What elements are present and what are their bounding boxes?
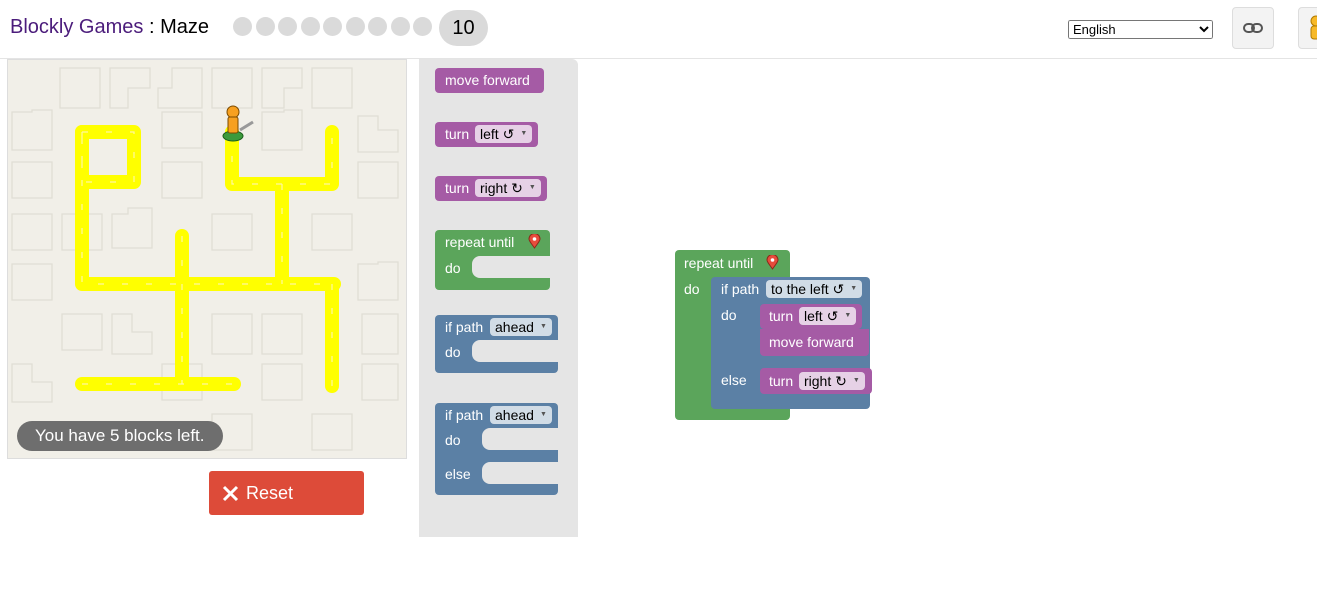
block-label: repeat until — [684, 255, 754, 271]
toolbox-repeat-until-block[interactable]: repeat until do — [435, 230, 550, 290]
statement-slot — [472, 256, 550, 278]
chevron-down-icon: ▼ — [852, 377, 860, 384]
dropdown-value: right ↻ — [804, 373, 847, 389]
maze-path — [75, 125, 341, 393]
do-label: do — [684, 281, 700, 297]
block-label: turn — [445, 180, 470, 196]
else-label: else — [721, 372, 747, 388]
block-label: move forward — [769, 334, 854, 350]
level-dot-5[interactable] — [323, 17, 342, 36]
level-dot-7[interactable] — [368, 17, 387, 36]
dropdown-value: left ↺ — [804, 308, 839, 324]
close-icon — [222, 485, 239, 501]
block-label: if path — [445, 407, 484, 423]
header: Blockly Games : Maze 10 English — [0, 0, 1317, 59]
direction-dropdown[interactable]: right ↻ ▼ — [475, 179, 541, 197]
game-name: Maze — [160, 16, 209, 38]
chevron-down-icon: ▼ — [540, 323, 547, 330]
toolbox-turn-left-block[interactable]: turn left ↺ ▼ — [435, 122, 538, 147]
path-dropdown[interactable]: ahead ▼ — [490, 406, 552, 424]
path-dropdown[interactable]: to the left ↺ ▼ — [766, 280, 863, 298]
do-label: do — [721, 307, 737, 323]
reset-button[interactable]: Reset — [209, 471, 364, 515]
direction-dropdown[interactable]: right ↻ ▼ — [799, 372, 865, 390]
level-selector — [233, 17, 432, 36]
block-label: turn — [769, 373, 794, 389]
reset-label: Reset — [246, 482, 294, 503]
path-dropdown[interactable]: ahead ▼ — [490, 318, 552, 336]
title-separator: : — [148, 16, 155, 38]
map-pin-icon — [766, 255, 779, 270]
maze-svg — [11, 67, 399, 451]
pegman-icon — [222, 105, 254, 142]
maze-board — [7, 59, 407, 459]
level-dot-4[interactable] — [300, 17, 320, 36]
direction-dropdown[interactable]: left ↺ ▼ — [475, 125, 533, 143]
chevron-down-icon: ▼ — [844, 312, 852, 319]
chevron-down-icon: ▼ — [528, 184, 536, 191]
level-dot-9[interactable] — [413, 17, 432, 36]
blockly-games-link[interactable]: Blockly Games — [10, 16, 143, 38]
block-label: if path — [445, 319, 484, 335]
level-dot-2[interactable] — [255, 17, 275, 36]
turn-right-block[interactable]: turn right ↻ ▼ — [760, 368, 872, 394]
character-button[interactable] — [1298, 7, 1317, 49]
block-label: repeat until — [445, 234, 515, 250]
toolbox-move-forward-block[interactable]: move forward — [435, 68, 544, 93]
dropdown-value: to the left ↺ — [771, 281, 845, 297]
workspace: repeat until do if path to the left ↺ ▼ d… — [578, 59, 1317, 604]
dropdown-value: right ↻ — [480, 180, 523, 196]
dropdown-value: ahead — [495, 319, 534, 335]
maze-path-dashes — [81, 131, 334, 386]
move-forward-block[interactable]: move forward — [760, 329, 869, 356]
block-label: if path — [721, 281, 760, 297]
page-title: Blockly Games : Maze — [10, 16, 209, 39]
blocks-left-status: You have 5 blocks left. — [17, 421, 223, 451]
language-select[interactable]: English — [1068, 20, 1213, 39]
direction-dropdown[interactable]: left ↺ ▼ — [799, 307, 857, 325]
map-pin-icon — [528, 234, 541, 249]
toolbox-if-path-block[interactable]: if path ahead ▼ do — [435, 315, 558, 373]
level-dot-3[interactable] — [278, 17, 297, 36]
toolbox-if-path-else-block[interactable]: if path ahead ▼ do else — [435, 403, 558, 495]
do-label: do — [445, 260, 461, 276]
block-label: turn — [445, 126, 470, 142]
else-label: else — [445, 466, 471, 482]
current-level-badge[interactable]: 10 — [439, 10, 488, 46]
statement-slot-do — [482, 428, 558, 450]
link-button[interactable] — [1232, 7, 1274, 49]
toolbox: move forward turn left ↺ ▼ turn right ↻ ▼ … — [419, 59, 578, 537]
block-label: move forward — [445, 72, 530, 88]
dropdown-value: ahead — [495, 407, 534, 423]
chevron-down-icon: ▼ — [540, 411, 547, 418]
dropdown-value: left ↺ — [480, 126, 515, 142]
pegman-icon — [1310, 15, 1317, 40]
link-icon — [1243, 23, 1263, 33]
do-label: do — [445, 432, 461, 448]
chevron-down-icon: ▼ — [850, 285, 858, 292]
block-label: turn — [769, 308, 794, 324]
statement-slot-else — [482, 462, 558, 484]
level-dot-8[interactable] — [390, 17, 410, 36]
turn-left-block[interactable]: turn left ↺ ▼ — [760, 304, 862, 329]
toolbox-turn-right-block[interactable]: turn right ↻ ▼ — [435, 176, 547, 201]
maze-wall-tiles — [11, 67, 399, 451]
statement-slot — [472, 340, 558, 362]
level-dot-6[interactable] — [345, 17, 365, 36]
chevron-down-icon: ▼ — [520, 130, 528, 137]
level-dot-1[interactable] — [233, 17, 252, 36]
do-label: do — [445, 344, 461, 360]
